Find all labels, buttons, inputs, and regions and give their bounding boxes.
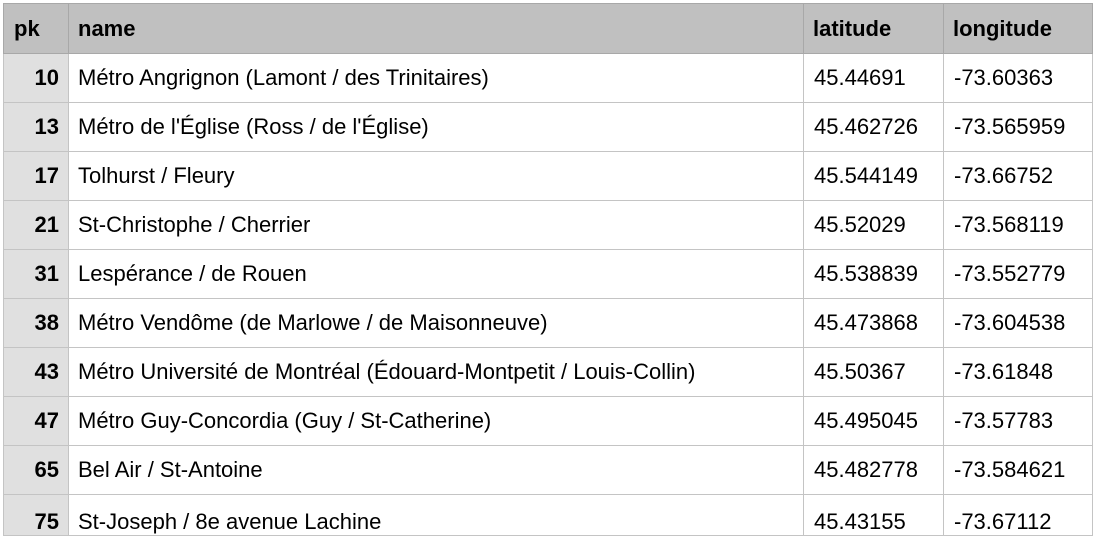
cell-longitude[interactable]: -73.60363 bbox=[943, 53, 1093, 103]
cell-latitude[interactable]: 45.538839 bbox=[803, 249, 944, 299]
cell-name[interactable]: Métro Angrignon (Lamont / des Trinitaire… bbox=[68, 53, 804, 103]
cell-latitude[interactable]: 45.462726 bbox=[803, 102, 944, 152]
cell-name[interactable]: Lespérance / de Rouen bbox=[68, 249, 804, 299]
table-row[interactable]: 21 St-Christophe / Cherrier 45.52029 -73… bbox=[3, 200, 1093, 250]
cell-name[interactable]: Métro Université de Montréal (Édouard-Mo… bbox=[68, 347, 804, 397]
column-header-longitude[interactable]: longitude bbox=[943, 3, 1093, 54]
cell-pk[interactable]: 21 bbox=[3, 200, 69, 250]
cell-pk[interactable]: 17 bbox=[3, 151, 69, 201]
table-header-row: pk name latitude longitude bbox=[3, 3, 1093, 54]
column-header-latitude[interactable]: latitude bbox=[803, 3, 944, 54]
data-table: pk name latitude longitude 10 Métro Angr… bbox=[3, 3, 1093, 536]
cell-latitude[interactable]: 45.50367 bbox=[803, 347, 944, 397]
table-row[interactable]: 17 Tolhurst / Fleury 45.544149 -73.66752 bbox=[3, 151, 1093, 201]
cell-latitude[interactable]: 45.473868 bbox=[803, 298, 944, 348]
cell-longitude[interactable]: -73.604538 bbox=[943, 298, 1093, 348]
cell-name[interactable]: Métro de l'Église (Ross / de l'Église) bbox=[68, 102, 804, 152]
table-row[interactable]: 10 Métro Angrignon (Lamont / des Trinita… bbox=[3, 53, 1093, 103]
cell-pk[interactable]: 38 bbox=[3, 298, 69, 348]
cell-pk[interactable]: 75 bbox=[3, 494, 69, 536]
table-row[interactable]: 47 Métro Guy-Concordia (Guy / St-Catheri… bbox=[3, 396, 1093, 446]
cell-latitude[interactable]: 45.495045 bbox=[803, 396, 944, 446]
cell-latitude[interactable]: 45.43155 bbox=[803, 494, 944, 536]
table-row[interactable]: 65 Bel Air / St-Antoine 45.482778 -73.58… bbox=[3, 445, 1093, 495]
cell-name[interactable]: St-Joseph / 8e avenue Lachine bbox=[68, 494, 804, 536]
cell-pk[interactable]: 65 bbox=[3, 445, 69, 495]
table-row[interactable]: 38 Métro Vendôme (de Marlowe / de Maison… bbox=[3, 298, 1093, 348]
cell-longitude[interactable]: -73.61848 bbox=[943, 347, 1093, 397]
cell-name[interactable]: Bel Air / St-Antoine bbox=[68, 445, 804, 495]
cell-latitude[interactable]: 45.52029 bbox=[803, 200, 944, 250]
data-table-container: pk name latitude longitude 10 Métro Angr… bbox=[3, 3, 1093, 536]
table-row[interactable]: 31 Lespérance / de Rouen 45.538839 -73.5… bbox=[3, 249, 1093, 299]
cell-pk[interactable]: 43 bbox=[3, 347, 69, 397]
cell-pk[interactable]: 10 bbox=[3, 53, 69, 103]
column-header-pk[interactable]: pk bbox=[3, 3, 69, 54]
cell-name[interactable]: Métro Guy-Concordia (Guy / St-Catherine) bbox=[68, 396, 804, 446]
cell-name[interactable]: Tolhurst / Fleury bbox=[68, 151, 804, 201]
cell-name[interactable]: St-Christophe / Cherrier bbox=[68, 200, 804, 250]
cell-name[interactable]: Métro Vendôme (de Marlowe / de Maisonneu… bbox=[68, 298, 804, 348]
cell-longitude[interactable]: -73.67112 bbox=[943, 494, 1093, 536]
cell-pk[interactable]: 13 bbox=[3, 102, 69, 152]
table-row[interactable]: 75 St-Joseph / 8e avenue Lachine 45.4315… bbox=[3, 494, 1093, 536]
cell-pk[interactable]: 31 bbox=[3, 249, 69, 299]
table-row[interactable]: 43 Métro Université de Montréal (Édouard… bbox=[3, 347, 1093, 397]
cell-longitude[interactable]: -73.66752 bbox=[943, 151, 1093, 201]
cell-latitude[interactable]: 45.44691 bbox=[803, 53, 944, 103]
cell-pk[interactable]: 47 bbox=[3, 396, 69, 446]
column-header-name[interactable]: name bbox=[68, 3, 804, 54]
cell-latitude[interactable]: 45.544149 bbox=[803, 151, 944, 201]
table-row[interactable]: 13 Métro de l'Église (Ross / de l'Église… bbox=[3, 102, 1093, 152]
cell-longitude[interactable]: -73.565959 bbox=[943, 102, 1093, 152]
cell-longitude[interactable]: -73.584621 bbox=[943, 445, 1093, 495]
cell-longitude[interactable]: -73.57783 bbox=[943, 396, 1093, 446]
cell-longitude[interactable]: -73.568119 bbox=[943, 200, 1093, 250]
cell-latitude[interactable]: 45.482778 bbox=[803, 445, 944, 495]
cell-longitude[interactable]: -73.552779 bbox=[943, 249, 1093, 299]
